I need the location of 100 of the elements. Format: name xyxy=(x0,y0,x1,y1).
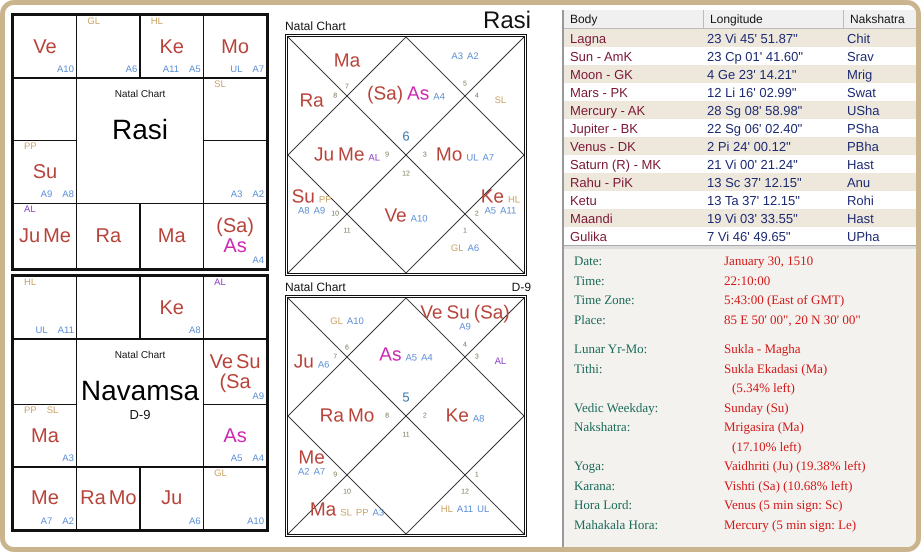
table-cell-text: 2 Pi 24' 00.12" xyxy=(706,138,792,154)
detail-value: Mrigasira (Ma) xyxy=(724,418,804,436)
chart-marker: A6 xyxy=(189,516,201,528)
chart-marker: HL xyxy=(24,278,36,289)
chart-marker: GL xyxy=(330,316,343,327)
table-row[interactable]: Moon - GK 4 Ge 23' 14.21" Mrig xyxy=(564,65,916,83)
detail-value: (5.34% left) xyxy=(731,379,796,397)
chart-marker: A9 xyxy=(459,322,471,333)
table-row[interactable]: Rahu - PiK 13 Sc 37' 12.15" Anu xyxy=(564,173,916,191)
sign-number: 5 xyxy=(402,390,410,405)
planet-label: Su xyxy=(32,162,58,182)
detail-label: Lunar Yr-Mo: xyxy=(574,340,648,358)
table-cell-text: Mars - PK xyxy=(569,84,629,100)
column-header[interactable]: Body xyxy=(564,10,704,28)
table-row[interactable]: Lagna 23 Vi 45' 51.87" Chit xyxy=(564,29,916,47)
chart-marker: A7 xyxy=(252,65,264,76)
planet-label: Ju xyxy=(294,352,314,372)
planet-label: Mo xyxy=(221,36,249,57)
column-header[interactable]: Longitude xyxy=(704,10,844,28)
table-row[interactable]: Jupiter - BK 22 Sg 06' 02.40" PSha xyxy=(564,119,916,137)
planet-label: Ke xyxy=(480,187,504,206)
chart-marker: A2 xyxy=(62,516,74,528)
table-row[interactable]: Maandi 19 Vi 03' 33.55" Hast xyxy=(564,209,916,227)
chart-marker: A10 xyxy=(56,65,74,76)
table-cell-text: Anu xyxy=(846,174,872,190)
table-cell-text: PSha xyxy=(846,120,880,136)
chart-marker: A4 xyxy=(252,454,264,466)
chart-marker: A8 xyxy=(189,326,201,338)
chart-marker: PP xyxy=(24,142,37,154)
planet-label: Ke xyxy=(159,298,184,318)
table-row[interactable]: Gulika 7 Vi 46' 49.65" UPha xyxy=(564,227,916,245)
chart-marker: PP xyxy=(356,508,369,520)
detail-label: Karana: xyxy=(574,476,616,494)
table-row[interactable]: Ketu 13 Ta 37' 12.15" Rohi xyxy=(564,191,916,209)
chart-marker: UL xyxy=(466,154,478,164)
table-row[interactable]: Mars - PK 12 Li 16' 02.99" Swat xyxy=(564,83,916,101)
chart-marker: A5 xyxy=(484,206,496,217)
planet-label: Ve xyxy=(384,206,407,226)
table-cell-text: Venus - DK xyxy=(569,138,637,154)
chart-marker: A6 xyxy=(468,244,480,255)
chart-marker: A2 xyxy=(252,190,264,202)
table-cell-text: Moon - GK xyxy=(569,66,634,82)
planet-label: Su xyxy=(446,303,470,322)
table-cell-text: Mrig xyxy=(846,66,874,82)
planet-label: Mo xyxy=(348,406,374,426)
planet-label: Ju xyxy=(314,146,334,164)
table-cell-text: 7 Vi 46' 49.65" xyxy=(706,228,792,244)
column-header[interactable]: Nakshatra xyxy=(844,10,914,28)
chart-marker: A8 xyxy=(62,190,74,202)
planet-label: Ra xyxy=(80,488,106,508)
chart-marker: UL xyxy=(36,326,48,338)
chart-marker: A9 xyxy=(252,392,264,403)
planet-label: Me xyxy=(298,448,325,468)
table-cell-text: 28 Sg 08' 58.98" xyxy=(706,102,804,118)
table-cell-text: Rahu - PiK xyxy=(569,174,634,190)
chart-marker: A9 xyxy=(314,206,326,217)
planet-label: Me xyxy=(43,226,71,246)
chart-marker: HL xyxy=(440,505,453,516)
detail-value: Vaidhriti (Ju) (19.38% left) xyxy=(724,457,866,475)
chart-name: Navamsa xyxy=(80,374,200,407)
table-row[interactable]: Saturn (R) - MK 21 Vi 00' 21.24" Hast xyxy=(564,155,916,173)
planet-label: Mo xyxy=(108,488,136,508)
table-cell-text: 13 Sc 37' 12.15" xyxy=(706,174,803,190)
detail-label: Vedic Weekday: xyxy=(574,398,660,417)
chart-marker: A8 xyxy=(298,206,310,217)
chart-marker: AL xyxy=(24,205,36,216)
planet-label: Ma xyxy=(310,500,336,520)
table-cell-text: Chit xyxy=(846,30,872,46)
chart-marker: AL xyxy=(368,154,380,164)
detail-value: 5:43:00 (East of GMT) xyxy=(724,291,844,309)
detail-label: Time Zone: xyxy=(574,291,636,309)
chart-marker: SL xyxy=(494,96,506,106)
chart-marker: A10 xyxy=(410,214,428,226)
planet-label: Ke xyxy=(159,36,184,57)
table-row[interactable]: Venus - DK 2 Pi 24' 00.12" PBha xyxy=(564,137,916,155)
chart-marker: A7 xyxy=(314,467,326,478)
chart-marker: A11 xyxy=(58,326,74,338)
planet-label: Me xyxy=(338,146,364,164)
table-cell-text: Ketu xyxy=(569,192,598,208)
chart-marker: PP xyxy=(318,195,332,206)
planet-label: Ra xyxy=(96,226,122,246)
chart-marker: A7 xyxy=(482,154,494,164)
planet-label: Su xyxy=(292,187,315,206)
table-cell-text: Gulika xyxy=(569,228,608,244)
table-row[interactable]: Sun - AmK 23 Cp 01' 41.60" Srav xyxy=(564,47,916,65)
detail-value: Vishti (Sa) (10.68% left) xyxy=(724,476,852,495)
chart-marker: SL xyxy=(340,508,352,520)
planet-label: Su xyxy=(236,352,260,372)
chart-name: D-9 xyxy=(512,280,531,294)
planet-label: Ju xyxy=(18,226,40,246)
table-cell-text: Lagna xyxy=(569,30,608,46)
planet-label: As xyxy=(407,84,430,104)
table-row[interactable]: Mercury - AK 28 Sg 08' 58.98" USha xyxy=(564,101,916,119)
detail-label: Nakshatra: xyxy=(574,418,632,436)
planet-label: Ke xyxy=(446,406,469,426)
planet-label: Ve xyxy=(210,352,233,372)
table-cell-text: UPha xyxy=(846,228,881,244)
detail-value: Venus (5 min sign: Sc) xyxy=(724,496,842,514)
chart-marker: A2 xyxy=(467,52,479,62)
chart-marker: A4 xyxy=(421,353,433,364)
